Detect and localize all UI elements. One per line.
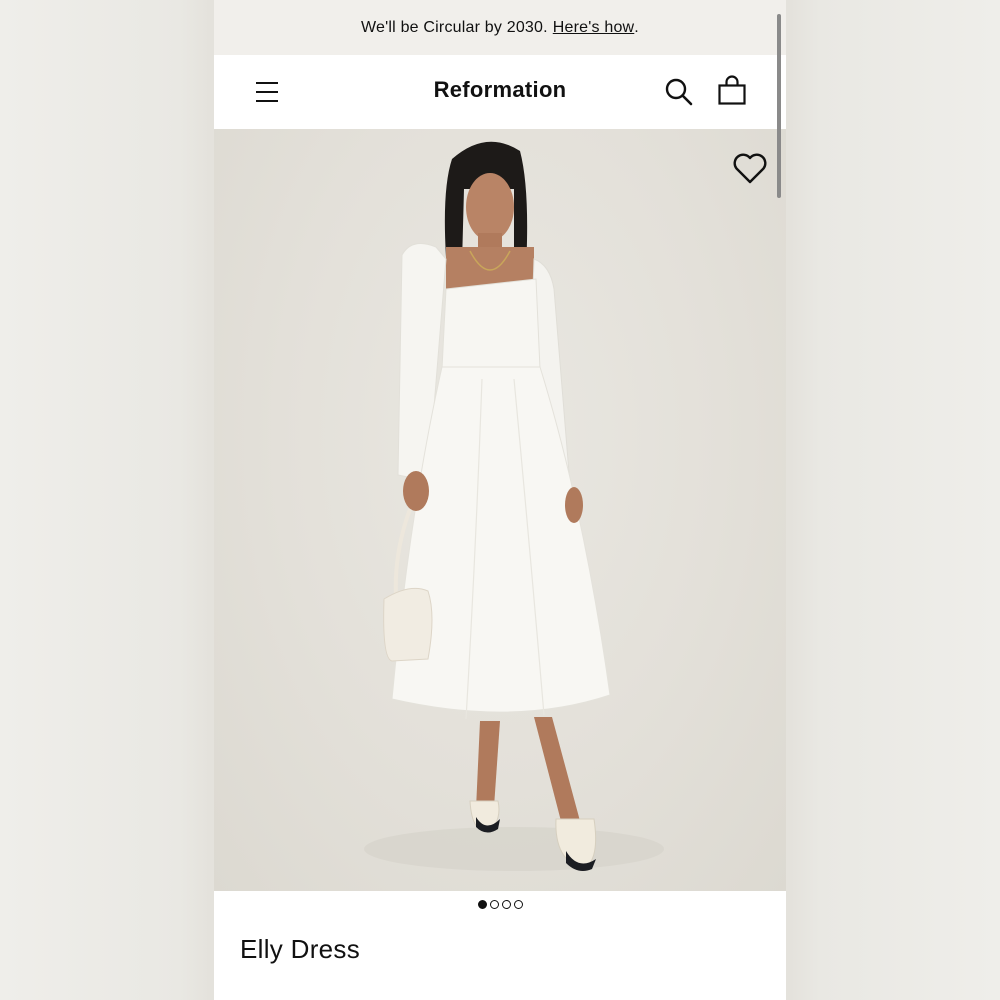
bag-icon[interactable] [716, 75, 748, 107]
site-header: Reformation [214, 55, 786, 129]
brand-logo[interactable]: Reformation [214, 77, 786, 103]
carousel-dot-4[interactable] [513, 900, 523, 909]
carousel-dot-3[interactable] [501, 900, 511, 909]
search-icon[interactable] [664, 77, 694, 107]
product-image[interactable] [214, 129, 786, 891]
model-photo [364, 141, 664, 871]
carousel-dot-1[interactable] [477, 900, 487, 909]
carousel-dot-2[interactable] [489, 900, 499, 909]
mobile-page: We'll be Circular by 2030. Here's how. R… [214, 0, 786, 1000]
scrollbar[interactable] [777, 14, 781, 198]
heart-icon[interactable] [732, 151, 768, 185]
promo-link[interactable]: Here's how [553, 19, 635, 37]
promo-suffix: . [634, 18, 639, 36]
promo-banner: We'll be Circular by 2030. Here's how. [214, 0, 786, 55]
promo-text: We'll be Circular by 2030. [361, 18, 548, 36]
product-name: Elly Dress [240, 934, 361, 964]
carousel-indicators [214, 900, 786, 914]
